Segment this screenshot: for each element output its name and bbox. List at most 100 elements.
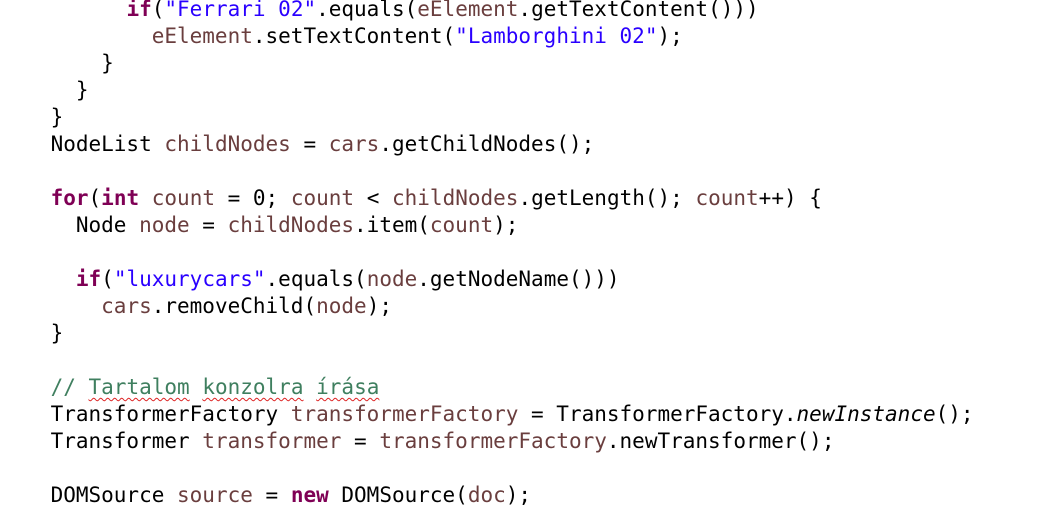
code-token: childNodes [392,186,519,210]
code-token: .setTextContent( [252,24,456,48]
code-token: .getTextContent())) [518,0,759,21]
code-token: node [366,267,418,291]
code-token: .equals( [316,0,418,21]
code-token: // [50,375,89,399]
code-line[interactable]: } [0,320,1064,347]
code-token: cars [101,294,152,318]
code-token: node [139,213,190,237]
code-line[interactable]: for(int count = 0; count < childNodes.ge… [0,185,1064,212]
code-token: .item( [354,213,430,237]
code-token: count [695,186,759,210]
code-token: doc [467,483,506,507]
code-line[interactable]: eElement.setTextContent("Lamborghini 02"… [0,23,1064,50]
code-token: írása [316,375,380,399]
code-line[interactable]: // Tartalom konzolra írása [0,374,1064,401]
code-token: } [50,321,64,345]
code-token: count [151,186,215,210]
code-token: count [429,213,494,237]
code-line[interactable]: Node node = childNodes.item(count); [0,212,1064,239]
code-token: .removeChild( [151,294,317,318]
code-line[interactable] [0,239,1064,266]
code-token: (); [935,402,974,426]
code-token: = [189,213,228,237]
code-token: NodeList [50,132,165,156]
code-line[interactable]: if("Ferrari 02".equals(eElement.getTextC… [0,0,1064,23]
code-token: DOMSource( [328,483,468,507]
code-line[interactable]: Transformer transformer = transformerFac… [0,428,1064,455]
code-line[interactable]: } [0,50,1064,77]
code-line[interactable]: TransformerFactory transformerFactory = … [0,401,1064,428]
code-token: ); [366,294,392,318]
code-token: } [75,78,89,102]
code-token: for [50,186,89,210]
code-token: node [316,294,367,318]
code-token: newInstance [796,402,936,426]
code-line[interactable] [0,158,1064,185]
code-token: Node [75,213,140,237]
code-token: < [354,186,392,210]
code-token: count [290,186,355,210]
code-line[interactable]: } [0,77,1064,104]
code-token: = 0; [214,186,291,210]
code-token: = [252,483,291,507]
code-token: ); [493,213,519,237]
code-token: DOMSource [50,483,178,507]
code-token: = [290,132,329,156]
code-line[interactable]: NodeList childNodes = cars.getChildNodes… [0,131,1064,158]
code-token: transformerFactory [379,429,607,453]
code-token: cars [328,132,380,156]
code-token: Transformer [50,429,203,453]
code-token: "luxurycars" [113,267,266,291]
code-token: = [341,429,380,453]
code-token: if [126,0,152,21]
code-token: ( [151,0,165,21]
code-token: childNodes [164,132,291,156]
code-token: } [50,105,64,129]
code-token: Tartalom [88,375,190,399]
code-token: TransformerFactory [50,402,291,426]
code-token: int [101,186,140,210]
code-token: new [290,483,329,507]
code-token: ++) { [758,186,822,210]
code-token: ( [88,186,102,210]
code-token: konzolra [202,375,304,399]
code-token: source [177,483,253,507]
code-line[interactable] [0,347,1064,374]
code-line[interactable] [0,455,1064,482]
code-token: eElement [417,0,519,21]
code-token: = TransformerFactory. [518,402,797,426]
code-token: .newTransformer(); [606,429,835,453]
code-token: "Ferrari 02" [164,0,317,21]
code-line[interactable]: cars.removeChild(node); [0,293,1064,320]
code-line[interactable]: } [0,104,1064,131]
code-token: if [75,267,102,291]
code-token: .getLength(); [518,186,696,210]
code-token: ( [101,267,114,291]
code-token: .getChildNodes(); [379,132,595,156]
code-line[interactable]: DOMSource source = new DOMSource(doc); [0,482,1064,509]
code-editor[interactable]: if("Ferrari 02".equals(eElement.getTextC… [0,0,1064,528]
code-token: .equals( [265,267,367,291]
code-token: transformer [202,429,342,453]
code-token: ); [505,483,532,507]
code-token: } [101,51,114,75]
code-token: ); [657,24,683,48]
code-line[interactable]: if("luxurycars".equals(node.getNodeName(… [0,266,1064,293]
